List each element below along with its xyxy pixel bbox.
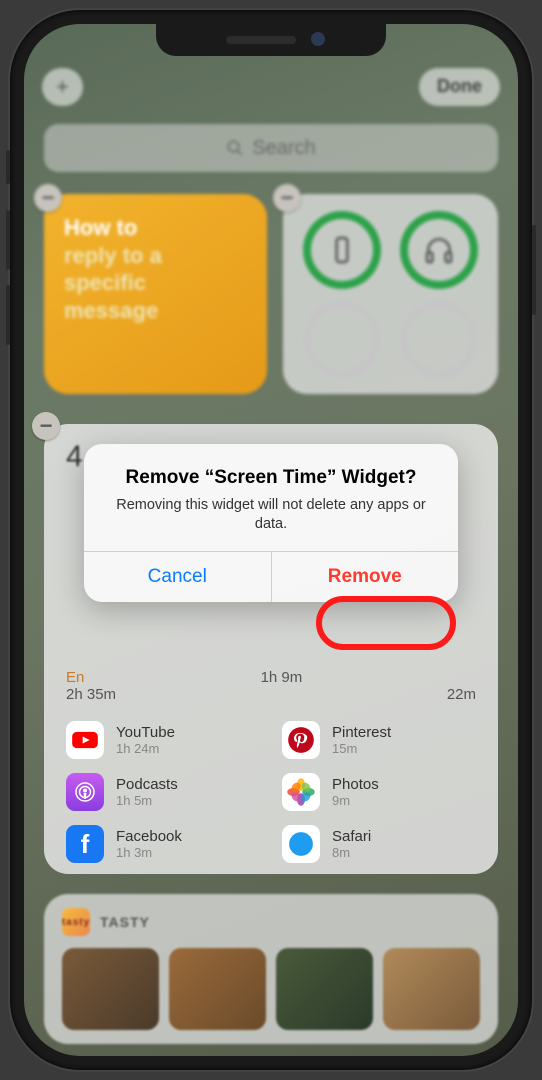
mute-switch — [6, 150, 10, 184]
tasty-widget[interactable]: tasty TASTY — [44, 894, 498, 1044]
widget-row: − How to reply to a specific message − — [44, 194, 498, 394]
notes-line: specific — [64, 269, 247, 297]
recipe-tile[interactable] — [383, 948, 480, 1030]
app-name: Photos — [332, 776, 379, 793]
cancel-button[interactable]: Cancel — [84, 552, 272, 602]
tasty-app-icon: tasty — [62, 908, 90, 936]
notch — [156, 24, 386, 56]
app-row-safari: Safari8m — [282, 825, 476, 863]
app-time: 1h 24m — [116, 741, 175, 756]
app-row-facebook: f Facebook1h 3m — [66, 825, 260, 863]
usage-value: 22m — [447, 686, 476, 703]
screen: + Done Search − How to reply to a specif… — [24, 24, 518, 1056]
app-row-podcasts: Podcasts1h 5m — [66, 773, 260, 811]
app-row-pinterest: Pinterest15m — [282, 721, 476, 759]
add-widget-button[interactable]: + — [42, 68, 83, 106]
usage-value: 1h 9m — [261, 669, 303, 703]
usage-category-label: En — [66, 669, 84, 686]
search-input[interactable]: Search — [44, 124, 498, 172]
app-time: 8m — [332, 845, 371, 860]
alert-title: Remove “Screen Time” Widget? — [102, 466, 440, 490]
app-row-photos: Photos9m — [282, 773, 476, 811]
power-button — [532, 225, 536, 315]
phone-frame: + Done Search − How to reply to a specif… — [10, 10, 532, 1070]
podcasts-icon — [66, 773, 104, 811]
app-time: 15m — [332, 741, 391, 756]
remove-widget-badge[interactable]: − — [34, 184, 62, 212]
battery-ring-phone — [303, 211, 381, 289]
usage-value: 2h 35m — [66, 686, 116, 703]
volume-up-button — [6, 210, 10, 270]
recipe-tile[interactable] — [62, 948, 159, 1030]
remove-widget-alert: Remove “Screen Time” Widget? Removing th… — [84, 444, 458, 602]
headphones-icon — [423, 234, 455, 266]
app-name: Safari — [332, 828, 371, 845]
tasty-label: TASTY — [100, 914, 150, 930]
app-row-youtube: YouTube1h 24m — [66, 721, 260, 759]
app-name: Podcasts — [116, 776, 178, 793]
app-time: 1h 3m — [116, 845, 182, 860]
remove-button[interactable]: Remove — [272, 552, 459, 602]
notes-line: message — [64, 297, 247, 325]
tasty-tiles — [62, 948, 480, 1030]
safari-icon — [282, 825, 320, 863]
edit-toolbar: + Done — [24, 68, 518, 106]
usage-row: En2h 35m 1h 9m .22m — [66, 669, 476, 703]
app-name: YouTube — [116, 724, 175, 741]
notes-line: reply to a — [64, 242, 247, 270]
notes-line: How to — [64, 214, 247, 242]
battery-ring-empty — [303, 300, 381, 378]
recipe-tile[interactable] — [169, 948, 266, 1030]
app-name: Pinterest — [332, 724, 391, 741]
search-icon — [226, 139, 244, 157]
battery-ring-empty — [400, 300, 478, 378]
phone-icon — [326, 234, 358, 266]
facebook-icon: f — [66, 825, 104, 863]
app-time: 1h 5m — [116, 793, 178, 808]
apps-grid: YouTube1h 24m Pinterest15m Podcasts1h 5m — [66, 721, 476, 863]
search-placeholder: Search — [252, 137, 315, 160]
youtube-icon — [66, 721, 104, 759]
recipe-tile[interactable] — [276, 948, 373, 1030]
done-button[interactable]: Done — [419, 68, 500, 106]
remove-widget-badge[interactable]: − — [273, 184, 301, 212]
batteries-widget[interactable]: − — [283, 194, 498, 394]
pinterest-icon — [282, 721, 320, 759]
app-name: Facebook — [116, 828, 182, 845]
notes-widget[interactable]: − How to reply to a specific message — [44, 194, 267, 394]
volume-down-button — [6, 285, 10, 345]
battery-ring-headphones — [400, 211, 478, 289]
app-time: 9m — [332, 793, 379, 808]
alert-message: Removing this widget will not delete any… — [102, 496, 440, 534]
photos-icon — [282, 773, 320, 811]
